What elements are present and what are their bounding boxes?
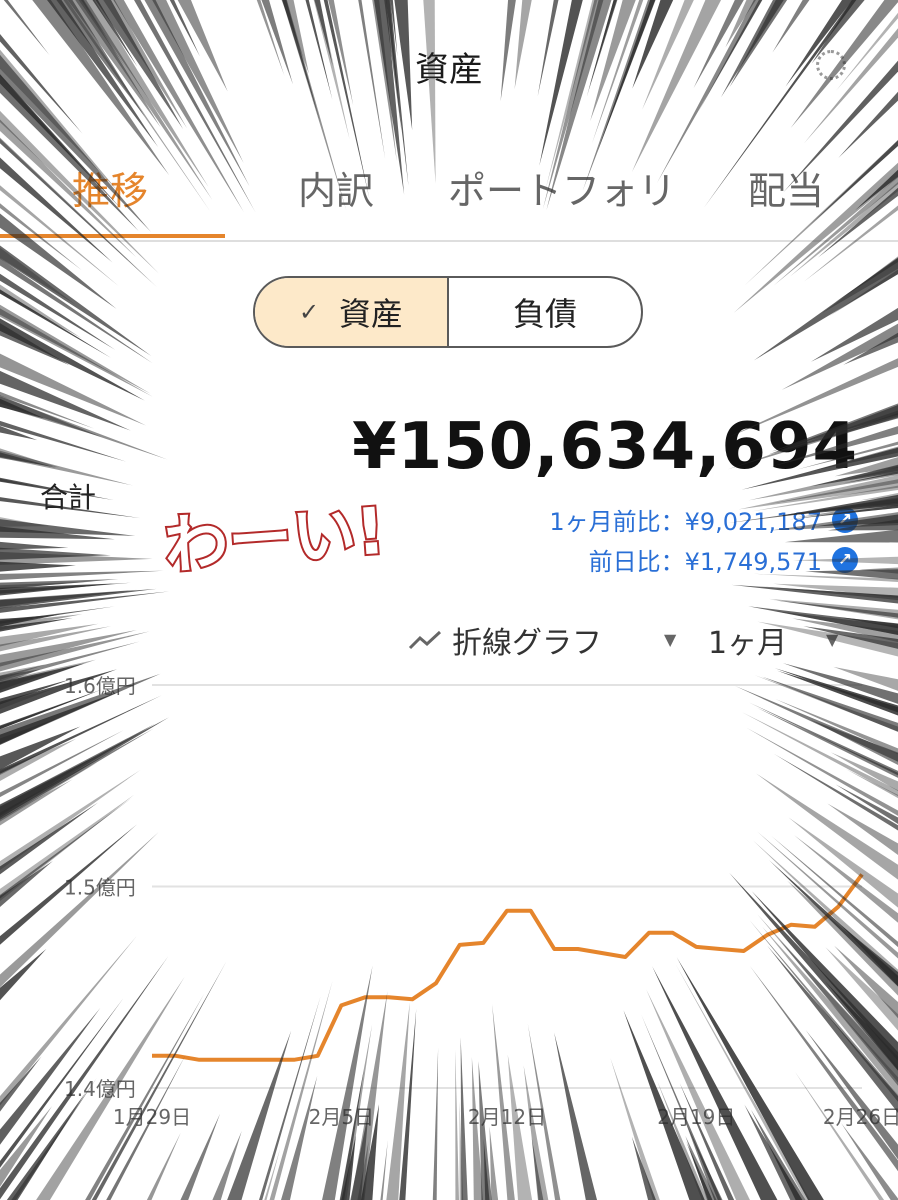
handwritten-overlay: わーい! bbox=[160, 493, 390, 580]
speed-line bbox=[0, 284, 82, 339]
speed-line bbox=[0, 258, 153, 364]
x-tick-label: 2月12日 bbox=[468, 1105, 546, 1129]
speed-line bbox=[0, 318, 145, 401]
speed-line bbox=[0, 398, 45, 419]
speed-line bbox=[0, 582, 132, 594]
day-compare[interactable]: 前日比：¥1,749,571 ↗ bbox=[589, 542, 858, 577]
speed-line bbox=[828, 269, 898, 317]
speed-line bbox=[0, 273, 116, 350]
speed-line bbox=[0, 581, 96, 589]
speed-line bbox=[0, 425, 38, 441]
chart-type-selector[interactable]: 折線グラフ bbox=[408, 618, 602, 662]
loading-spinner-icon bbox=[816, 50, 846, 80]
tab-bar: 推移 内訳 ポートフォリ 配当 bbox=[0, 150, 898, 242]
speed-line bbox=[0, 561, 76, 572]
page-title: 資産 bbox=[415, 50, 483, 90]
speed-line bbox=[0, 478, 44, 488]
speed-line bbox=[0, 452, 57, 469]
period-selector[interactable]: 1ヶ月 bbox=[708, 618, 787, 662]
speed-line bbox=[686, 1141, 713, 1200]
asset-liability-toggle: ✓ 資産 負債 bbox=[253, 276, 643, 348]
arrow-up-right-icon: ↗ bbox=[832, 546, 858, 573]
segment-liabilities-button[interactable]: 負債 bbox=[449, 278, 641, 346]
speed-line bbox=[725, 0, 756, 48]
speed-line bbox=[0, 353, 146, 426]
speed-line bbox=[0, 308, 153, 397]
speed-line bbox=[0, 370, 131, 431]
speed-line bbox=[0, 588, 157, 609]
segment-liabilities-label: 負債 bbox=[512, 295, 577, 333]
speed-line bbox=[531, 1138, 544, 1200]
day-compare-text: 前日比：¥1,749,571 bbox=[588, 548, 822, 576]
speed-line bbox=[0, 245, 152, 356]
speed-line bbox=[631, 1136, 656, 1200]
speed-line bbox=[0, 304, 151, 394]
speed-line bbox=[0, 395, 102, 437]
speed-line bbox=[483, 1138, 490, 1200]
y-tick-label: 1.6億円 bbox=[64, 674, 136, 698]
speed-line bbox=[843, 332, 898, 365]
x-tick-label: 2月26日 bbox=[823, 1105, 898, 1129]
x-tick-label: 2月5日 bbox=[309, 1105, 374, 1129]
tab-breakdown[interactable]: 内訳 bbox=[298, 160, 374, 215]
speed-line bbox=[212, 1131, 242, 1200]
speed-line bbox=[0, 519, 136, 536]
speed-line bbox=[0, 579, 119, 590]
speed-line bbox=[0, 396, 168, 460]
speed-line bbox=[0, 541, 69, 550]
x-tick-label: 2月19日 bbox=[657, 1105, 735, 1129]
total-value: ¥150,634,694 bbox=[352, 410, 858, 484]
speed-line bbox=[810, 307, 898, 362]
tab-portfolio[interactable]: ポートフォリ bbox=[448, 160, 676, 215]
speed-line bbox=[0, 591, 170, 613]
chart-type-dropdown-icon[interactable]: ▼ bbox=[664, 630, 676, 649]
speed-line bbox=[0, 589, 137, 607]
speed-line bbox=[0, 551, 153, 565]
speed-line bbox=[0, 547, 111, 560]
speed-line bbox=[341, 1135, 356, 1200]
tab-trend[interactable]: 推移 bbox=[72, 160, 148, 215]
tab-dividend[interactable]: 配当 bbox=[748, 160, 824, 215]
arrow-up-right-icon: ↗ bbox=[832, 506, 858, 533]
speed-line bbox=[731, 584, 898, 604]
speed-line bbox=[753, 257, 898, 361]
handwritten-text: わーい! bbox=[162, 495, 388, 580]
speed-line bbox=[835, 258, 898, 303]
speed-line bbox=[781, 323, 898, 390]
speed-line bbox=[859, 493, 898, 501]
period-dropdown-icon[interactable]: ▼ bbox=[826, 630, 838, 649]
speed-line bbox=[773, 583, 898, 599]
month-compare-text: 1ヶ月前比：¥9,021,187 bbox=[549, 508, 822, 536]
asset-line-chart: 1.6億円 1.5億円 1.4億円 1月29日 2月5日 2月12日 2月19日 2月26日 bbox=[64, 674, 898, 1129]
line-chart-icon bbox=[408, 630, 442, 650]
total-label: 合計 bbox=[40, 481, 97, 514]
speed-line bbox=[760, 586, 898, 601]
speed-line bbox=[0, 526, 115, 540]
speed-line bbox=[821, 256, 898, 314]
series-line bbox=[152, 873, 864, 1062]
segment-assets-button[interactable]: ✓ 資産 bbox=[255, 278, 449, 346]
y-tick-label: 1.4億円 bbox=[64, 1077, 136, 1101]
speed-line bbox=[0, 391, 95, 429]
check-icon: ✓ bbox=[298, 298, 320, 326]
speed-line bbox=[685, 1135, 717, 1200]
speed-line bbox=[769, 1146, 803, 1200]
segment-assets-label: 資産 bbox=[339, 295, 404, 333]
speed-line bbox=[0, 323, 70, 366]
speed-line bbox=[0, 448, 59, 468]
speed-line bbox=[0, 289, 112, 359]
x-tick-label: 1月29日 bbox=[113, 1105, 191, 1129]
active-tab-indicator bbox=[0, 234, 225, 238]
speed-line bbox=[0, 570, 164, 580]
speed-line bbox=[357, 1141, 369, 1200]
speed-line bbox=[0, 420, 127, 462]
y-tick-label: 1.5億円 bbox=[64, 876, 136, 900]
speed-line bbox=[0, 583, 116, 596]
speed-line bbox=[264, 1148, 281, 1200]
chart-type-label: 折線グラフ bbox=[452, 626, 602, 661]
speed-line bbox=[859, 567, 898, 574]
month-compare[interactable]: 1ヶ月前比：¥9,021,187 ↗ bbox=[549, 502, 858, 537]
speed-line bbox=[146, 1132, 181, 1200]
speed-line bbox=[380, 1140, 388, 1200]
